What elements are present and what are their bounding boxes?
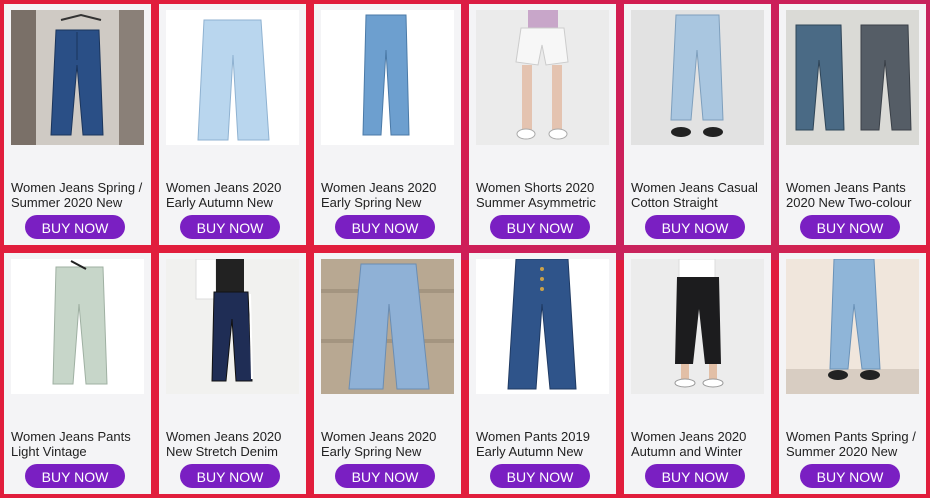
product-card[interactable]: Women Pants 2019 Early Autumn New BUY NOW: [469, 253, 616, 494]
product-card[interactable]: Women Jeans Casual Cotton Straight BUY NO…: [624, 4, 771, 245]
buy-now-button[interactable]: BUY NOW: [645, 464, 745, 488]
product-image[interactable]: [321, 259, 454, 394]
buy-now-button[interactable]: BUY NOW: [25, 464, 125, 488]
buy-now-button[interactable]: BUY NOW: [25, 215, 125, 239]
product-image[interactable]: [476, 259, 609, 394]
product-card[interactable]: Women Jeans Pants 2020 New Two-colour BUY…: [779, 4, 926, 245]
product-title[interactable]: Women Jeans Pants 2020 New Two-colour: [786, 180, 919, 210]
product-image[interactable]: [166, 259, 299, 394]
product-card[interactable]: Women Jeans 2020 Early Spring New BUY NOW: [314, 4, 461, 245]
product-title[interactable]: Women Jeans 2020 New Stretch Denim: [166, 429, 299, 459]
product-card[interactable]: Women Jeans 2020 New Stretch Denim BUY NO…: [159, 253, 306, 494]
buy-now-button[interactable]: BUY NOW: [490, 464, 590, 488]
product-image[interactable]: [476, 10, 609, 145]
product-card[interactable]: Women Jeans 2020 Early Autumn New BUY NOW: [159, 4, 306, 245]
product-title[interactable]: Women Jeans 2020 Autumn and Winter: [631, 429, 764, 459]
buy-now-button[interactable]: BUY NOW: [180, 215, 280, 239]
buy-now-button[interactable]: BUY NOW: [490, 215, 590, 239]
buy-now-button[interactable]: BUY NOW: [645, 215, 745, 239]
product-card[interactable]: Women Pants Spring / Summer 2020 New BUY …: [779, 253, 926, 494]
product-title[interactable]: Women Pants Spring / Summer 2020 New: [786, 429, 919, 459]
product-title[interactable]: Women Jeans Spring / Summer 2020 New: [11, 180, 144, 210]
product-title[interactable]: Women Pants 2019 Early Autumn New: [476, 429, 609, 459]
product-title[interactable]: Women Jeans Casual Cotton Straight: [631, 180, 764, 210]
product-image[interactable]: [11, 259, 144, 394]
product-image[interactable]: [631, 10, 764, 145]
buy-now-button[interactable]: BUY NOW: [800, 215, 900, 239]
product-image[interactable]: [786, 10, 919, 145]
product-card[interactable]: Women Jeans 2020 Autumn and Winter BUY NO…: [624, 253, 771, 494]
product-card[interactable]: Women Jeans 2020 Early Spring New BUY NOW: [314, 253, 461, 494]
product-image[interactable]: [786, 259, 919, 394]
product-title[interactable]: Women Jeans 2020 Early Spring New: [321, 180, 454, 210]
buy-now-button[interactable]: BUY NOW: [180, 464, 280, 488]
product-image[interactable]: [166, 10, 299, 145]
product-image[interactable]: [11, 10, 144, 145]
product-grid: Women Jeans Spring / Summer 2020 New BUY …: [0, 0, 930, 498]
product-title[interactable]: Women Jeans Pants Light Vintage: [11, 429, 144, 459]
buy-now-button[interactable]: BUY NOW: [800, 464, 900, 488]
product-image[interactable]: [631, 259, 764, 394]
product-card[interactable]: Women Jeans Pants Light Vintage BUY NOW: [4, 253, 151, 494]
product-image[interactable]: [321, 10, 454, 145]
product-card[interactable]: Women Jeans Spring / Summer 2020 New BUY …: [4, 4, 151, 245]
product-card[interactable]: Women Shorts 2020 Summer Asymmetric BUY N…: [469, 4, 616, 245]
product-title[interactable]: Women Jeans 2020 Early Spring New: [321, 429, 454, 459]
product-title[interactable]: Women Jeans 2020 Early Autumn New: [166, 180, 299, 210]
buy-now-button[interactable]: BUY NOW: [335, 215, 435, 239]
product-title[interactable]: Women Shorts 2020 Summer Asymmetric: [476, 180, 609, 210]
buy-now-button[interactable]: BUY NOW: [335, 464, 435, 488]
